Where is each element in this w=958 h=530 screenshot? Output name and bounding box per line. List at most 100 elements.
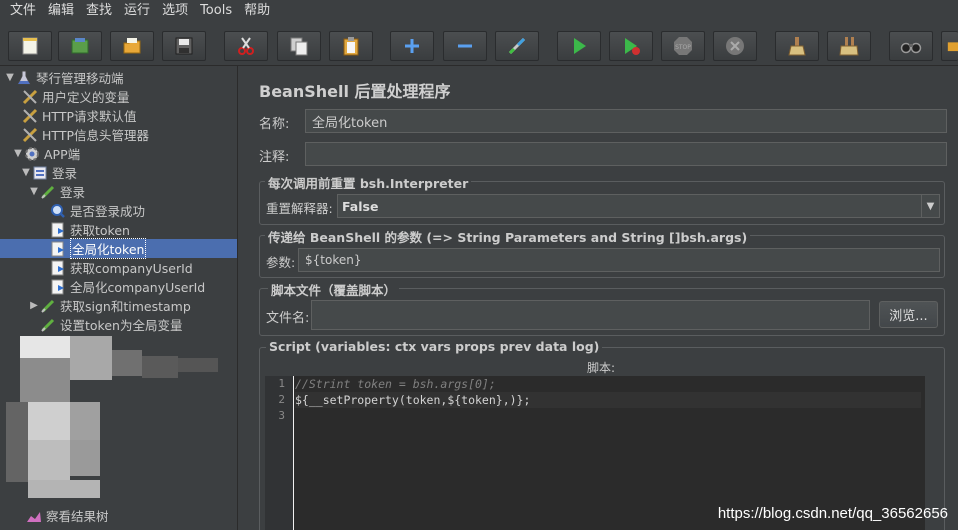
tree-node-get-token[interactable]: 获取token [50, 220, 130, 239]
toolbar: STOP [0, 22, 958, 66]
collapse-all-button[interactable] [443, 31, 487, 61]
menu-tools[interactable]: Tools [194, 0, 238, 22]
tree-node-label: 登录 [52, 166, 78, 181]
stop-icon: STOP [674, 37, 692, 55]
page-title: BeanShell 后置处理程序 [259, 82, 451, 101]
line-number: 2 [278, 393, 285, 406]
tree-node-label: 琴行管理移动端 [36, 71, 124, 86]
tree-node-global-company-id[interactable]: 全局化companyUserId [50, 277, 205, 296]
watermark: https://blog.csdn.net/qq_36562656 [717, 505, 948, 522]
new-icon [22, 37, 38, 55]
start-icon [574, 38, 586, 54]
expanded-arrow-icon[interactable]: ▼ [28, 186, 40, 197]
tree-node-user-vars[interactable]: 用户定义的变量 [22, 87, 130, 106]
toggle-icon [508, 37, 526, 55]
tree-node-label: 登录 [60, 185, 86, 200]
tree-node-http-defaults[interactable]: HTTP请求默认值 [22, 106, 137, 125]
tree-node-get-sign[interactable]: ▶ 获取sign和timestamp [28, 296, 191, 315]
tree-node-is-login-ok[interactable]: 是否登录成功 [50, 201, 145, 220]
clear-button[interactable] [775, 31, 819, 61]
copy-button[interactable] [277, 31, 321, 61]
tree-node-global-token[interactable]: 全局化token [0, 238, 237, 259]
templates-icon [71, 38, 89, 54]
script-file-group-title: 脚本文件（覆盖脚本） [268, 280, 400, 299]
wrench-icon [22, 127, 38, 143]
open-icon [123, 38, 141, 54]
save-icon [175, 37, 193, 55]
code-line[interactable]: ${__setProperty(token,${token},)}; [295, 392, 921, 408]
pipette-icon [40, 184, 56, 200]
chevron-down-icon[interactable]: ▼ [921, 195, 939, 217]
expanded-arrow-icon[interactable]: ▼ [20, 167, 32, 178]
templates-button[interactable] [58, 31, 102, 61]
open-button[interactable] [110, 31, 154, 61]
tree-node-label: 获取companyUserId [70, 261, 193, 276]
new-button[interactable] [8, 31, 52, 61]
start-button[interactable] [557, 31, 601, 61]
cut-icon [238, 37, 254, 55]
expand-icon [405, 39, 419, 53]
wrench-icon [22, 108, 38, 124]
tree-node-label: HTTP请求默认值 [42, 109, 137, 124]
tree-node-label: 设置token为全局变量 [60, 318, 183, 333]
tree-node-set-token-global[interactable]: 设置token为全局变量 [40, 315, 182, 334]
comment-field[interactable] [305, 142, 947, 166]
code-line[interactable]: //Strint token = bsh.args[0]; [295, 376, 921, 392]
magnifier-icon [50, 203, 66, 219]
menu-options[interactable]: 选项 [156, 0, 194, 22]
reset-interpreter-label: 重置解释器: [266, 201, 333, 216]
tree-node-login-sampler[interactable]: ▼ 登录 [28, 182, 85, 201]
expanded-arrow-icon[interactable]: ▼ [12, 148, 24, 159]
blurred-region [6, 336, 231, 506]
shutdown-button[interactable] [713, 31, 757, 61]
menu-help[interactable]: 帮助 [238, 0, 276, 22]
tree-node-app-group[interactable]: ▼ APP端 [12, 144, 80, 163]
tree-node-label: 全局化token [70, 238, 147, 259]
expand-all-button[interactable] [390, 31, 434, 61]
parameters-field[interactable]: ${token} [298, 248, 940, 272]
filename-label: 文件名: [266, 311, 310, 326]
menu-file[interactable]: 文件 [4, 0, 42, 22]
name-field[interactable]: 全局化token [305, 109, 947, 133]
cut-button[interactable] [224, 31, 268, 61]
paste-button[interactable] [329, 31, 373, 61]
clear-all-icon [839, 37, 859, 56]
search-button[interactable] [889, 31, 933, 61]
test-plan-tree: ▼ 琴行管理移动端 用户定义的变量 HTTP请求默认值 HTTP信息头管理器 ▼… [0, 66, 238, 530]
paste-icon [343, 37, 359, 56]
line-number: 1 [278, 377, 285, 390]
reset-search-icon [947, 42, 958, 52]
pipette-icon [40, 298, 56, 314]
collapsed-arrow-icon[interactable]: ▶ [28, 300, 40, 311]
menu-edit[interactable]: 编辑 [42, 0, 80, 22]
clear-all-button[interactable] [827, 31, 871, 61]
tree-node-login-controller[interactable]: ▼ 登录 [20, 163, 77, 182]
reset-interpreter-select[interactable]: False ▼ [337, 194, 940, 218]
toggle-button[interactable] [495, 31, 539, 61]
menu-search[interactable]: 查找 [80, 0, 118, 22]
menu-run[interactable]: 运行 [118, 0, 156, 22]
code-line[interactable] [295, 408, 921, 424]
tree-node-label: 察看结果树 [46, 509, 109, 524]
browse-button[interactable]: 浏览... [879, 301, 938, 328]
expanded-arrow-icon[interactable]: ▼ [4, 72, 16, 83]
parameters-group-title: 传递给 BeanShell 的参数 (=> String Parameters … [265, 227, 751, 246]
line-number: 3 [278, 409, 285, 422]
reset-search-button[interactable] [941, 31, 958, 61]
start-no-pause-button[interactable] [609, 31, 653, 61]
post-processor-icon [50, 279, 66, 295]
tree-node-label: HTTP信息头管理器 [42, 128, 149, 143]
filename-field[interactable] [311, 300, 870, 330]
stop-button[interactable]: STOP [661, 31, 705, 61]
tree-node-label: 用户定义的变量 [42, 90, 130, 105]
test-plan-icon [16, 70, 32, 86]
reset-interpreter-group-title: 每次调用前重置 bsh.Interpreter [265, 173, 472, 192]
tree-node-header-manager[interactable]: HTTP信息头管理器 [22, 125, 149, 144]
menu-bar: 文件 编辑 查找 运行 选项 Tools 帮助 [0, 0, 958, 22]
save-button[interactable] [162, 31, 206, 61]
tree-node-get-company-id[interactable]: 获取companyUserId [50, 258, 193, 277]
post-processor-icon [50, 222, 66, 238]
tree-node-view-results[interactable]: 察看结果树 [26, 506, 109, 525]
tree-node-label: APP端 [44, 147, 81, 162]
tree-node-root[interactable]: ▼ 琴行管理移动端 [4, 68, 124, 87]
